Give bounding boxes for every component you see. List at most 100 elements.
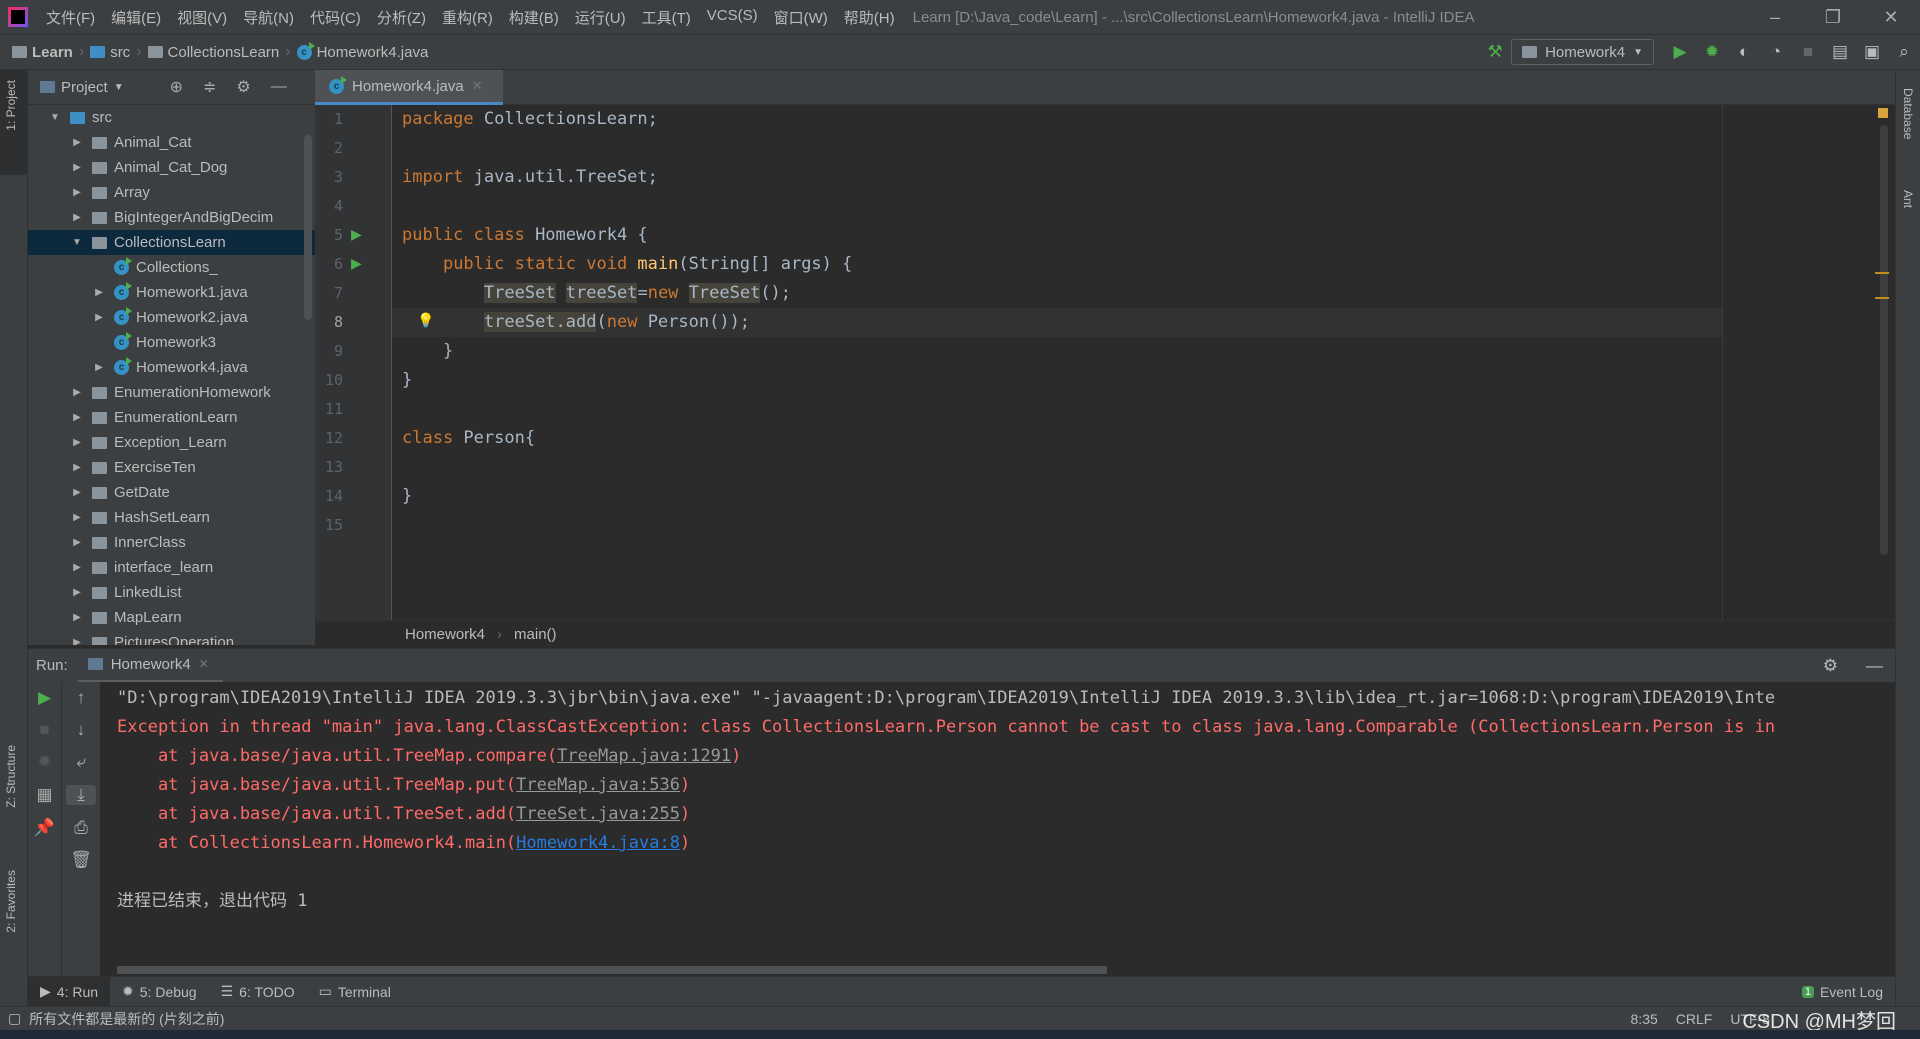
trash-icon[interactable]: 🗑 [62, 850, 100, 870]
presentation-icon[interactable]: ▣ [1856, 42, 1888, 62]
coverage-icon[interactable]: ◐ [1728, 42, 1760, 62]
project-structure-icon[interactable]: ▤ [1824, 42, 1856, 62]
breadcrumb-package[interactable]: CollectionsLearn [147, 44, 279, 61]
tree-item[interactable]: c Collections_ [28, 255, 315, 280]
chevron-right-icon[interactable]: ▶ [70, 187, 84, 198]
chevron-right-icon[interactable]: ▶ [70, 612, 84, 623]
menu-item[interactable]: 运行(U) [567, 7, 634, 28]
profile-icon[interactable]: ◔ [1760, 42, 1792, 62]
print-icon[interactable]: ⎙ [62, 818, 100, 838]
arrow-up-icon[interactable]: ↑ [62, 688, 100, 708]
chevron-right-icon[interactable]: ▶ [70, 162, 84, 173]
menu-item[interactable]: 导航(N) [235, 7, 302, 28]
chevron-right-icon[interactable]: ▶ [70, 387, 84, 398]
chevron-right-icon[interactable]: ▶ [70, 137, 84, 148]
menu-item[interactable]: 构建(B) [501, 7, 567, 28]
breadcrumb-src[interactable]: src [90, 44, 130, 61]
scroll-to-end-icon[interactable]: ⤓ [66, 785, 96, 805]
locate-icon[interactable]: ⊕ [170, 77, 183, 97]
breadcrumb-file[interactable]: c Homework4.java [296, 41, 428, 61]
menu-item[interactable]: 窗口(W) [766, 7, 836, 28]
run-gutter-icon[interactable]: ▶ [351, 226, 362, 243]
tree-item[interactable]: ▶ c Homework4.java [28, 355, 315, 380]
database-tool-tab[interactable]: Database [1901, 88, 1915, 139]
tree-item[interactable]: ▶ c Homework1.java [28, 280, 315, 305]
run-config-dropdown[interactable]: Homework4 ▼ [1511, 39, 1654, 65]
tab-run[interactable]: ▶ 4: Run [28, 976, 111, 1007]
run-gutter-icon[interactable]: ▶ [351, 255, 362, 272]
chevron-right-icon[interactable]: ▶ [70, 537, 84, 548]
tree-scrollbar[interactable] [304, 135, 312, 320]
stack-trace-link[interactable]: TreeMap.java:536 [516, 775, 680, 795]
tree-item[interactable]: ▶ BigIntegerAndBigDecim [28, 205, 315, 230]
chevron-right-icon[interactable]: ▶ [92, 312, 106, 323]
stack-trace-link[interactable]: TreeMap.java:1291 [557, 746, 731, 766]
debug-disabled-icon[interactable]: ✹ [28, 752, 61, 772]
tree-item[interactable]: ▼ src [28, 105, 315, 130]
tab-todo[interactable]: ☰ 6: TODO [209, 977, 307, 1007]
tab-terminal[interactable]: ▭ Terminal [307, 977, 403, 1007]
tree-item[interactable]: ▶ InnerClass [28, 530, 315, 555]
line-separator[interactable]: CRLF [1676, 1011, 1713, 1027]
tree-item[interactable]: ▶ EnumerationLearn [28, 405, 315, 430]
chevron-down-icon[interactable]: ▼ [48, 112, 62, 123]
close-tab-icon[interactable]: ✕ [472, 78, 483, 94]
tree-item[interactable]: ▶ Array [28, 180, 315, 205]
layout-icon[interactable]: ▦ [28, 785, 61, 805]
tree-item[interactable]: ▶ interface_learn [28, 555, 315, 580]
tree-item[interactable]: ▶ Animal_Cat_Dog [28, 155, 315, 180]
menu-item[interactable]: 帮助(H) [836, 7, 903, 28]
tree-item[interactable]: ▶ GetDate [28, 480, 315, 505]
chevron-right-icon[interactable]: ▶ [70, 212, 84, 223]
minimize-button[interactable]: – [1746, 7, 1804, 28]
stop-icon[interactable]: ■ [28, 720, 61, 740]
tree-item[interactable]: ▶ Animal_Cat [28, 130, 315, 155]
menu-item[interactable]: 视图(V) [169, 7, 235, 28]
tree-item[interactable]: ▶ Exception_Learn [28, 430, 315, 455]
build-hammer-icon[interactable]: ⚒ [1479, 42, 1511, 62]
menu-item[interactable]: VCS(S) [699, 7, 766, 28]
close-tab-icon[interactable]: ✕ [199, 657, 209, 671]
event-log-button[interactable]: 1 Event Log [1790, 977, 1895, 1007]
status-toggle-icon[interactable]: ▢ [8, 1010, 21, 1027]
caret-position[interactable]: 8:35 [1631, 1011, 1658, 1027]
chevron-right-icon[interactable]: ▶ [70, 637, 84, 645]
restore-button[interactable]: ❐ [1804, 7, 1862, 28]
arrow-down-icon[interactable]: ↓ [62, 720, 100, 740]
chevron-right-icon[interactable]: ▶ [70, 587, 84, 598]
pin-icon[interactable]: 📌 [28, 818, 61, 838]
chevron-right-icon[interactable]: ▶ [70, 462, 84, 473]
stop-icon[interactable]: ■ [1792, 42, 1824, 62]
tab-debug[interactable]: ✹ 5: Debug [110, 977, 209, 1007]
collapse-all-icon[interactable]: ≑ [203, 77, 216, 97]
breadcrumb-class[interactable]: Homework4 [405, 626, 485, 643]
project-tool-tab[interactable]: 1: Project [4, 80, 18, 131]
rerun-icon[interactable]: ▶ [28, 688, 61, 708]
chevron-right-icon[interactable]: ▶ [70, 412, 84, 423]
structure-tool-tab[interactable]: Z: Structure [4, 745, 18, 808]
chevron-right-icon[interactable]: ▶ [70, 562, 84, 573]
chevron-right-icon[interactable]: ▶ [70, 512, 84, 523]
gear-icon[interactable]: ⚙ [1823, 656, 1838, 676]
chevron-right-icon[interactable]: ▶ [70, 437, 84, 448]
menu-item[interactable]: 分析(Z) [369, 7, 434, 28]
tree-item[interactable]: ▼ CollectionsLearn [28, 230, 315, 255]
tree-item[interactable]: ▶ c Homework2.java [28, 305, 315, 330]
inspection-warning-icon[interactable] [1878, 108, 1888, 118]
menu-item[interactable]: 重构(R) [434, 7, 501, 28]
run-tab-homework4[interactable]: Homework4 ✕ [77, 649, 223, 683]
breadcrumb-method[interactable]: main() [514, 626, 557, 643]
breadcrumb-learn[interactable]: Learn [12, 44, 73, 61]
tree-item[interactable]: ▶ ExerciseTen [28, 455, 315, 480]
minimize-panel-icon[interactable]: — [1866, 656, 1883, 676]
close-button[interactable]: ✕ [1862, 7, 1920, 28]
ant-tool-tab[interactable]: Ant [1901, 190, 1915, 208]
tree-item[interactable]: ▶ LinkedList [28, 580, 315, 605]
tree-item[interactable]: ▶ MapLearn [28, 605, 315, 630]
tree-item[interactable]: ▶ HashSetLearn [28, 505, 315, 530]
favorites-tool-tab[interactable]: 2: Favorites [4, 870, 18, 933]
chevron-right-icon[interactable]: ▶ [92, 362, 106, 373]
stack-trace-link[interactable]: Homework4.java:8 [516, 833, 680, 853]
chevron-right-icon[interactable]: ▶ [70, 487, 84, 498]
tree-item[interactable]: ▶ EnumerationHomework [28, 380, 315, 405]
